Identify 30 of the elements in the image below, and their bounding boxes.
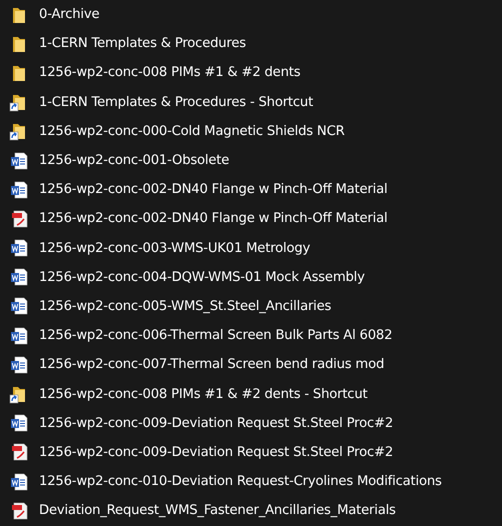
document-icon bbox=[9, 413, 29, 434]
document-icon bbox=[9, 326, 29, 346]
file-name[interactable]: 1256-wp2-conc-002-DN40 Flange w Pinch-Off Material bbox=[39, 211, 388, 226]
file-name[interactable]: 1256-wp2-conc-009-Deviation Request St.Steel Proc#2 bbox=[39, 444, 394, 460]
file-name[interactable]: 1256-wp2-conc-006-Thermal Screen Bulk Parts Al 6082 bbox=[39, 328, 392, 344]
file-name[interactable]: 1256-wp2-conc-002-DN40 Flange w Pinch-Off Material bbox=[39, 182, 388, 198]
pdf-document-icon bbox=[9, 500, 29, 521]
pdf-document-icon bbox=[9, 208, 29, 229]
file-name[interactable]: 1-CERN Templates & Procedures - Shortcut bbox=[39, 94, 314, 110]
document-icon bbox=[9, 267, 29, 288]
file-name[interactable]: 1256-wp2-conc-008 PIMs #1 & #2 dents - Shortcut bbox=[39, 386, 368, 402]
file-name[interactable]: 1256-wp2-conc-007-Thermal Screen bend radius mod bbox=[39, 357, 384, 372]
document-icon bbox=[9, 296, 29, 316]
file-name[interactable]: 1256-wp2-conc-000-Cold Magnetic Shields NCR bbox=[39, 124, 345, 139]
file-name[interactable]: 1256-wp2-conc-001-Obsolete bbox=[39, 153, 230, 168]
file-name[interactable]: 1256-wp2-conc-009-Deviation Request St.Steel Proc#2 bbox=[39, 416, 394, 431]
file-name[interactable]: 1-CERN Templates & Procedures bbox=[39, 36, 246, 52]
file-name[interactable]: 1256-wp2-conc-010-Deviation Request-Cryolines Modifications bbox=[39, 474, 442, 490]
file-name[interactable]: 1256-wp2-conc-004-DQW-WMS-01 Mock Assembly bbox=[39, 270, 365, 285]
pdf-document-icon bbox=[9, 442, 29, 462]
file-name[interactable]: 0-Archive bbox=[39, 7, 100, 22]
document-icon bbox=[9, 180, 29, 200]
document-icon bbox=[9, 238, 29, 258]
file-name[interactable]: 1256-wp2-conc-008 PIMs #1 & #2 dents bbox=[39, 65, 300, 80]
file-name[interactable]: Deviation_Request_WMS_Fastener_Ancillaries_Materials bbox=[39, 503, 396, 518]
document-icon bbox=[9, 472, 29, 492]
document-icon bbox=[9, 354, 29, 375]
file-name[interactable]: 1256-wp2-conc-003-WMS-UK01 Metrology bbox=[39, 240, 310, 256]
document-icon bbox=[9, 150, 29, 171]
file-name[interactable]: 1256-wp2-conc-005-WMS_St.Steel_Ancillaries bbox=[39, 298, 332, 314]
